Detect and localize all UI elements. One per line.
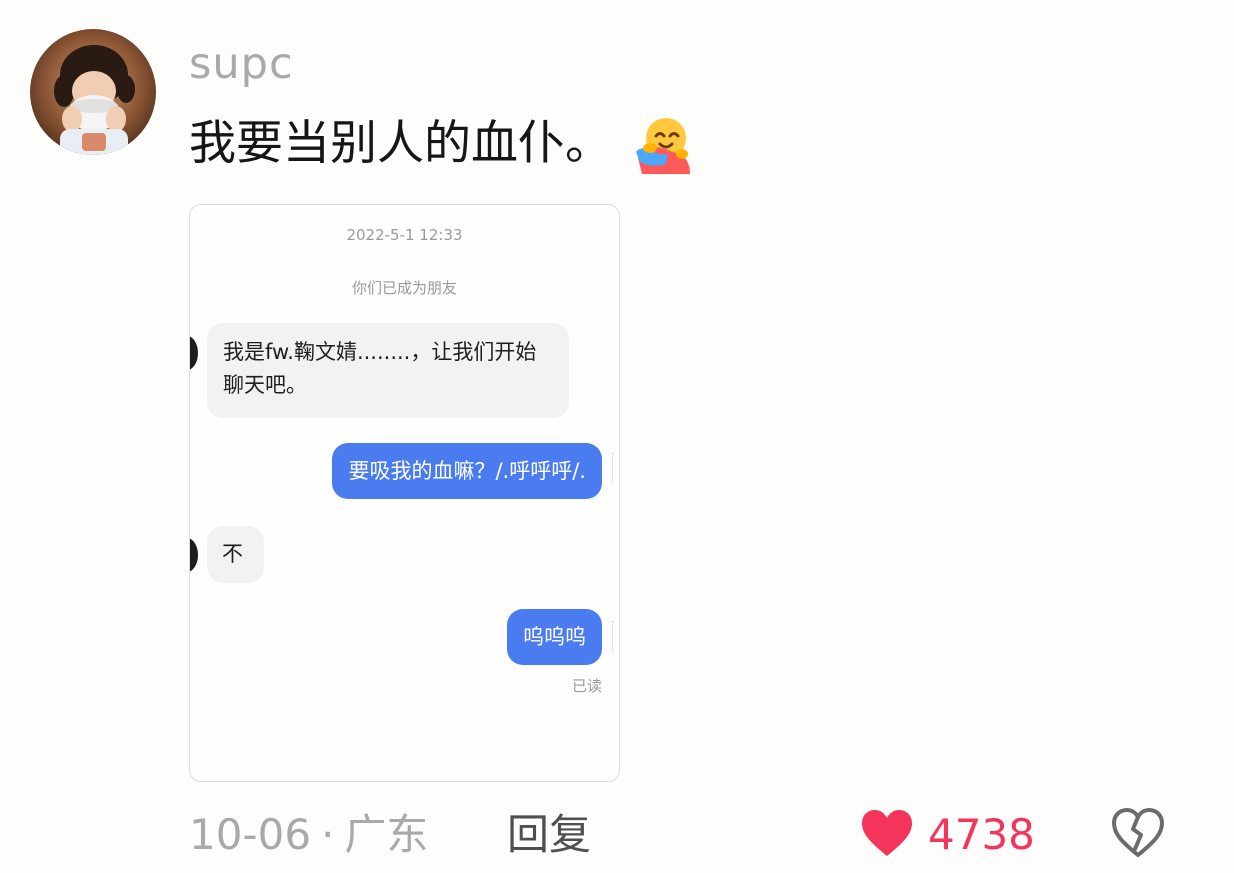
hugging-face-icon bbox=[632, 112, 696, 176]
like-count: 4738 bbox=[928, 810, 1035, 859]
message-incoming: 不 bbox=[207, 526, 264, 583]
like-button[interactable]: 4738 bbox=[860, 805, 1035, 865]
system-notice: 你们已成为朋友 bbox=[351, 279, 457, 297]
comment-body: 我要当别人的血仆。 bbox=[189, 116, 612, 171]
message-incoming: 我是fw.鞠文婧........，让我们开始聊天吧。 bbox=[207, 323, 569, 418]
read-status: 已读 bbox=[571, 677, 602, 695]
comment-meta: 10-06 · 广东 bbox=[189, 805, 428, 865]
reply-button[interactable]: 回复 bbox=[507, 805, 591, 865]
sender-avatar bbox=[190, 336, 198, 370]
chat-timestamp: 2022-5-1 12:33 bbox=[346, 226, 463, 244]
comment-location: 广东 bbox=[344, 810, 429, 859]
sender-avatar bbox=[190, 538, 198, 572]
message-outgoing: 呜呜呜 bbox=[507, 609, 602, 665]
avatar[interactable] bbox=[30, 29, 156, 155]
comment-date: 10-06 bbox=[189, 810, 312, 859]
username[interactable]: supc bbox=[189, 36, 294, 92]
heart-icon bbox=[860, 808, 914, 862]
meta-separator: · bbox=[321, 810, 335, 859]
sender-avatar-clipped bbox=[612, 621, 619, 651]
chat-screenshot-image[interactable]: 2022-5-1 12:33 你们已成为朋友 我是fw.鞠文婧........，… bbox=[189, 204, 620, 782]
comment-text: 我要当别人的血仆。 bbox=[189, 108, 696, 180]
sender-avatar-clipped bbox=[612, 453, 619, 483]
broken-heart-icon[interactable] bbox=[1110, 805, 1166, 861]
message-outgoing: 要吸我的血嘛？/.呼呼呼/. bbox=[332, 443, 602, 499]
